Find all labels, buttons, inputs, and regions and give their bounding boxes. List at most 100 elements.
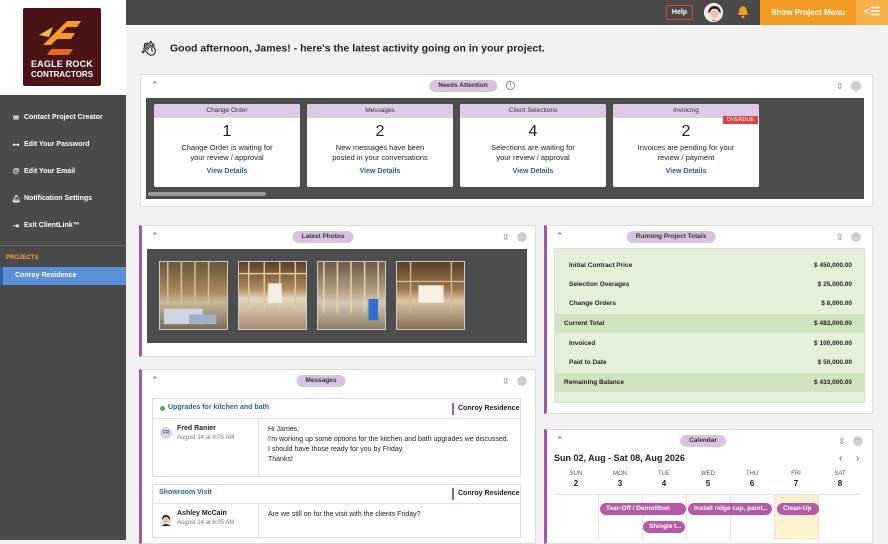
more-options-icon[interactable]: ··· — [853, 436, 863, 446]
card-count: 2 — [681, 123, 691, 140]
sidebar-item-edit-email[interactable]: @ Edit Your Email — [0, 158, 126, 185]
sidebar-item-contact-project-creator[interactable]: ✉ Contact Project Creator — [0, 104, 126, 131]
messages-card[interactable]: Messages 2 New messages have been posted … — [307, 104, 453, 187]
calendar-grid-line — [554, 494, 862, 495]
framing-photo-icon — [323, 262, 379, 321]
card-description: New messages have been posted in your con… — [307, 143, 453, 162]
calendar-event[interactable]: Shingle I... — [643, 521, 685, 533]
more-options-icon[interactable]: ··· — [851, 232, 861, 242]
drag-handle-icon[interactable]: ⇳ — [838, 436, 846, 446]
drag-handle-icon[interactable]: ⇳ — [836, 81, 844, 91]
sidebar-item-label: Edit Your Password — [24, 141, 90, 148]
project-photo[interactable] — [396, 261, 465, 330]
drag-handle-icon[interactable]: ⇳ — [502, 376, 510, 386]
client-selections-card[interactable]: Client Selections 4 Selections are waiti… — [460, 104, 606, 187]
menu-toggle-icon[interactable]: <☰ — [856, 0, 888, 25]
desc-line: Change Order is waiting for — [181, 143, 273, 152]
sidebar-item-notification-settings[interactable]: 🔔︎ Notification Settings — [0, 185, 126, 212]
thread-subject[interactable]: Upgrades for kitchen and bath — [168, 404, 269, 411]
calendar-grid-line — [730, 494, 731, 540]
more-options-icon[interactable]: ··· — [851, 81, 861, 91]
calendar-grid-line — [818, 494, 819, 540]
calendar-event[interactable]: Clean-Up — [777, 503, 819, 515]
divider — [153, 503, 520, 504]
totals-row: Paid to Date $ 50,000.00 — [555, 353, 864, 372]
project-photo[interactable] — [317, 261, 386, 330]
at-icon: @ — [12, 168, 20, 175]
more-options-icon[interactable]: ··· — [517, 376, 527, 386]
notification-bell-icon[interactable] — [736, 5, 750, 19]
horizontal-scrollbar[interactable] — [148, 192, 266, 196]
totals-label: Initial Contract Price — [569, 262, 633, 269]
view-details-link[interactable]: View Details — [460, 168, 606, 175]
collapse-chevron-icon[interactable]: ⌃ — [151, 232, 159, 241]
desc-line: review / payment — [657, 152, 715, 162]
view-details-link[interactable]: View Details — [154, 168, 300, 175]
drag-handle-icon[interactable]: ⇳ — [836, 232, 844, 242]
calendar-grid-line — [686, 494, 687, 540]
sidebar-item-edit-password[interactable]: ⊶ Edit Your Password — [0, 131, 126, 158]
calendar-next-button[interactable]: › — [856, 453, 859, 464]
avatar-icon — [160, 514, 172, 526]
message-date: August 14 at 6:05 AM — [177, 520, 235, 526]
card-description: Selections are waiting for your review / … — [460, 143, 606, 162]
message-body: Are we still on for the visit with the c… — [268, 510, 518, 520]
envelope-icon: ✉ — [13, 114, 19, 122]
thread-project: Conroy Residence — [452, 403, 519, 415]
message-date: August 14 at 9:05 AM — [177, 435, 235, 441]
sidebar-item-label: Notification Settings — [24, 195, 93, 202]
collapse-chevron-icon[interactable]: ⌃ — [151, 376, 159, 385]
collapse-chevron-icon[interactable]: ⌃ — [151, 81, 159, 90]
day-name: FRI — [791, 471, 801, 477]
project-photo[interactable] — [238, 261, 307, 330]
totals-value: $ 25,000.00 — [817, 281, 852, 288]
card-count: 1 — [222, 123, 232, 140]
divider — [258, 504, 259, 538]
show-project-menu-button[interactable]: Show Project Menu — [760, 0, 856, 25]
company-logo[interactable]: EAGLE ROCK CONTRACTORS — [23, 8, 101, 86]
unread-dot-icon — [160, 406, 165, 411]
totals-value: $ 50,000.00 — [817, 359, 852, 366]
totals-label: Current Total — [564, 320, 605, 327]
calendar-event[interactable]: Install ridge cap, paint... — [688, 503, 772, 515]
totals-row-current-total: Current Total $ 483,000.00 — [555, 314, 864, 333]
messages-title: Messages — [296, 375, 346, 387]
day-name: MON — [613, 471, 627, 477]
calendar-day-header: TUE 4 — [642, 471, 686, 488]
message-body: Hi James, I'm working up some options fo… — [268, 425, 518, 465]
totals-value: $ 483,000.00 — [814, 320, 852, 327]
help-button[interactable]: Help — [666, 5, 693, 20]
calendar-prev-button[interactable]: ‹ — [839, 453, 842, 464]
totals-value: $ 100,000.00 — [814, 340, 852, 347]
project-photo[interactable] — [159, 261, 228, 330]
calendar-day-header: FRI 7 — [774, 471, 818, 488]
sidebar-item-exit-clientlink[interactable]: ⇥ Exit ClientLink™ — [0, 212, 126, 239]
desc-line: New messages have been — [335, 143, 425, 152]
running-totals-title: Running Project Totals — [626, 231, 716, 243]
invoicing-card[interactable]: Invoicing OVERDUE 2 Invoices are pending… — [613, 104, 759, 187]
day-number: 5 — [705, 479, 711, 488]
collapse-chevron-icon[interactable]: ⌃ — [556, 436, 564, 445]
overdue-badge: OVERDUE — [722, 116, 758, 124]
sidebar-project-conroy-residence[interactable]: Conroy Residence — [0, 267, 126, 285]
calendar-date-range: Sun 02, Aug - Sat 08, Aug 2026 — [554, 453, 685, 463]
collapse-chevron-icon[interactable]: ⌃ — [556, 232, 564, 241]
day-name: WED — [701, 471, 715, 477]
thread-subject[interactable]: Showroom Visit — [159, 489, 212, 496]
framing-photo-icon — [239, 262, 306, 311]
card-count: 4 — [528, 123, 538, 140]
card-description: Invoices are pending for your review / pa… — [613, 143, 759, 162]
view-details-link[interactable]: View Details — [613, 168, 759, 175]
drag-handle-icon[interactable]: ⇳ — [502, 232, 510, 242]
desc-line: your review / approval — [496, 152, 570, 162]
totals-row: Initial Contract Price $ 450,000.00 — [555, 256, 864, 275]
message-line: I should have those ready for you by Fri… — [268, 446, 404, 453]
info-icon[interactable]: i — [506, 81, 515, 90]
message-line: I'm working up some options for the kitc… — [268, 436, 509, 443]
view-details-link[interactable]: View Details — [307, 168, 453, 175]
more-options-icon[interactable]: ··· — [517, 232, 527, 242]
greeting-text: Good afternoon, James! - here's the late… — [170, 42, 545, 55]
user-avatar[interactable] — [704, 3, 723, 22]
change-order-card[interactable]: Change Order 1 Change Order is waiting f… — [154, 104, 300, 187]
calendar-event[interactable]: Tear-Off / Demolition — [600, 503, 686, 515]
